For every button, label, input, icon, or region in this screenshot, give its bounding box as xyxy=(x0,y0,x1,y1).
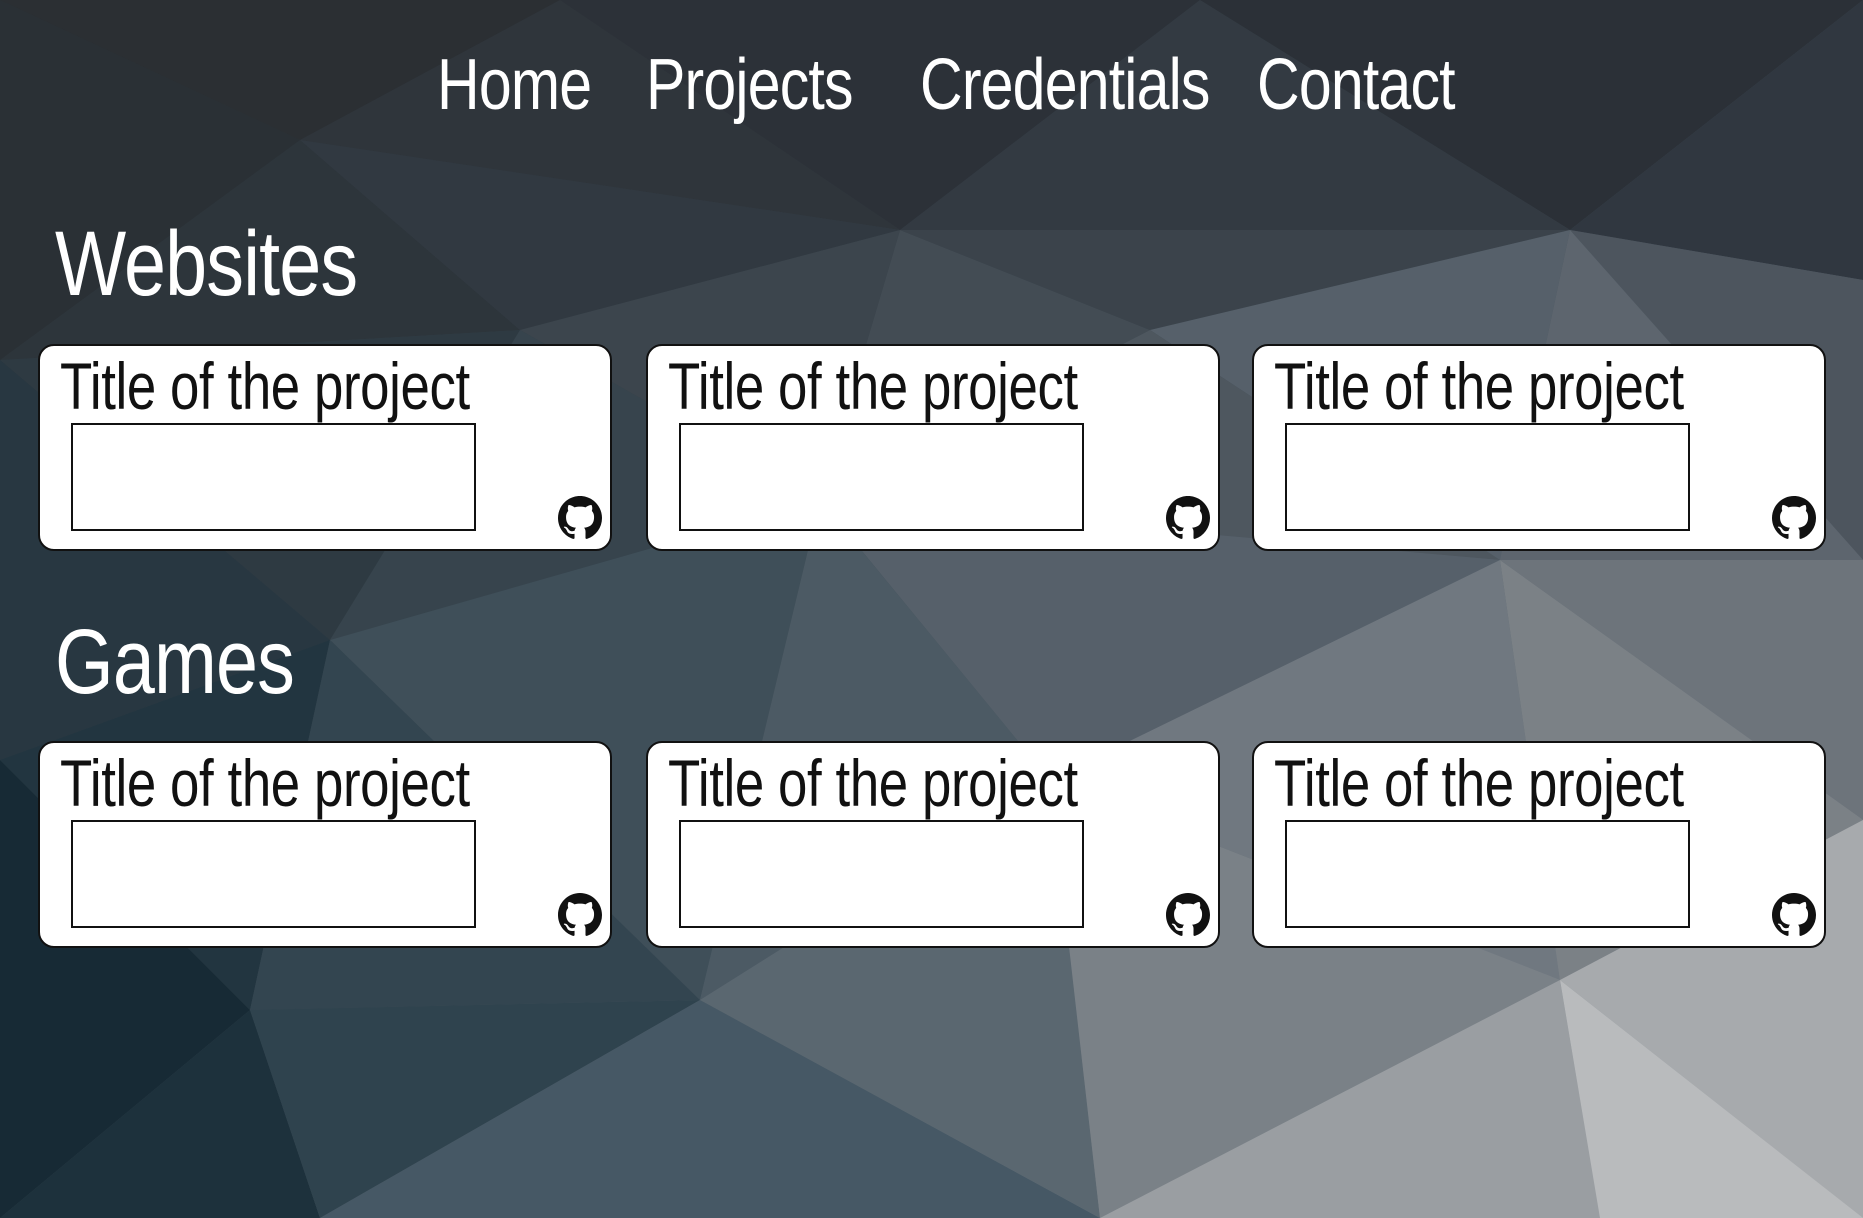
project-preview xyxy=(1285,423,1690,531)
nav-link-home[interactable]: Home xyxy=(437,40,592,130)
github-icon[interactable] xyxy=(558,496,602,540)
nav-link-projects[interactable]: Projects xyxy=(646,40,854,130)
nav-link-credentials[interactable]: Credentials xyxy=(920,40,1210,130)
project-preview xyxy=(1285,820,1690,928)
project-title: Title of the project xyxy=(668,349,1078,423)
project-card[interactable]: Title of the project xyxy=(1252,741,1826,948)
project-card[interactable]: Title of the project xyxy=(38,344,612,551)
project-preview xyxy=(71,820,476,928)
project-title: Title of the project xyxy=(1274,349,1684,423)
github-icon[interactable] xyxy=(1772,893,1816,937)
project-preview xyxy=(679,423,1084,531)
section-title-websites: Websites xyxy=(55,213,358,315)
project-title: Title of the project xyxy=(60,746,470,820)
websites-card-grid: Title of the project Title of the projec… xyxy=(38,344,1828,554)
games-card-grid: Title of the project Title of the projec… xyxy=(38,741,1828,951)
project-title: Title of the project xyxy=(668,746,1078,820)
nav-link-contact[interactable]: Contact xyxy=(1257,40,1456,130)
project-card[interactable]: Title of the project xyxy=(1252,344,1826,551)
project-card[interactable]: Title of the project xyxy=(38,741,612,948)
github-icon[interactable] xyxy=(1166,496,1210,540)
main-nav: Home Projects Credentials Contact xyxy=(0,40,1863,130)
low-poly-background xyxy=(0,0,1863,1218)
github-icon[interactable] xyxy=(1772,496,1816,540)
project-card[interactable]: Title of the project xyxy=(646,344,1220,551)
project-title: Title of the project xyxy=(1274,746,1684,820)
github-icon[interactable] xyxy=(558,893,602,937)
project-preview xyxy=(679,820,1084,928)
project-preview xyxy=(71,423,476,531)
github-icon[interactable] xyxy=(1166,893,1210,937)
project-title: Title of the project xyxy=(60,349,470,423)
project-card[interactable]: Title of the project xyxy=(646,741,1220,948)
section-title-games: Games xyxy=(55,611,295,713)
